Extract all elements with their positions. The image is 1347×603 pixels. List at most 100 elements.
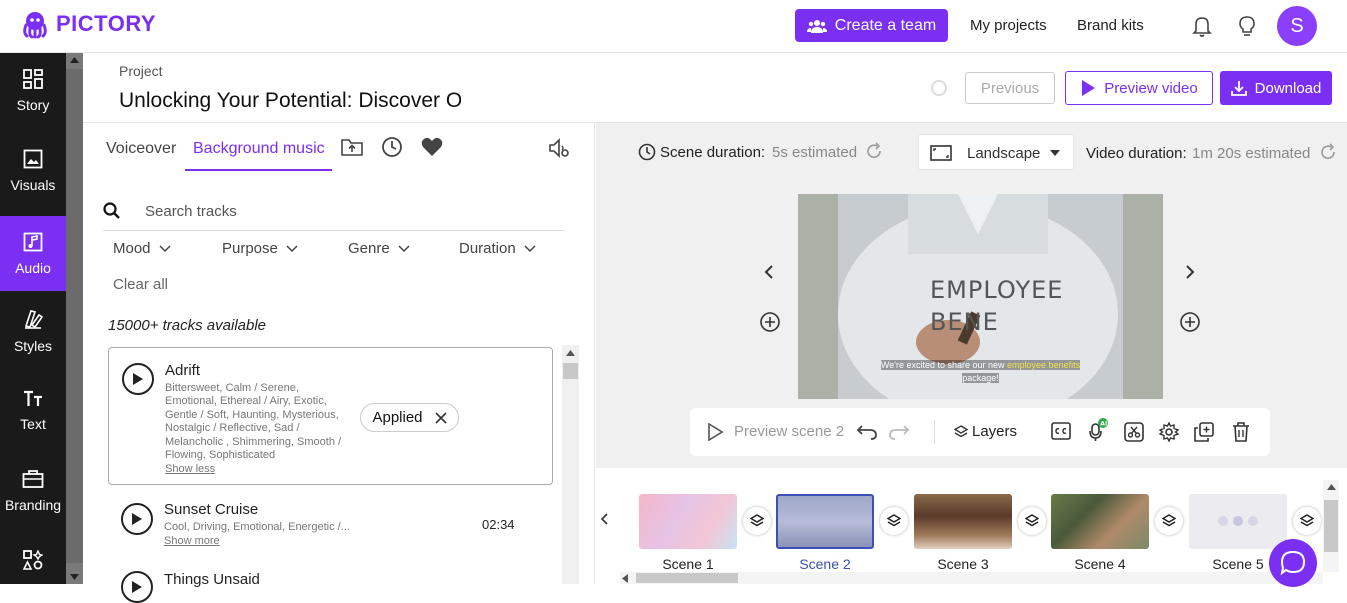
trash-icon[interactable] [1232, 422, 1250, 442]
track-name[interactable]: Things Unsaid [164, 571, 260, 588]
sidebar-item-visuals[interactable]: Visuals [0, 133, 66, 208]
add-scene-before-icon[interactable] [759, 311, 781, 333]
filter-duration[interactable]: Duration [459, 240, 536, 257]
search-input[interactable]: Search tracks [145, 203, 237, 220]
tag-line: Gentle / Soft, Haunting, Mysterious, [165, 408, 339, 421]
scroll-up-arrow-icon[interactable] [566, 350, 575, 356]
scene-label[interactable]: Scene 3 [914, 556, 1012, 572]
scene-layers-icon[interactable] [743, 507, 771, 535]
closed-captions-icon[interactable] [1051, 422, 1071, 440]
undo-icon[interactable] [856, 424, 878, 440]
gear-icon[interactable] [1159, 422, 1179, 442]
video-caption-line: We're excited to share our new employee … [798, 360, 1163, 370]
scroll-down-arrow-icon[interactable] [70, 574, 79, 580]
show-less-link[interactable]: Show less [165, 463, 215, 475]
redo-icon[interactable] [888, 424, 910, 440]
play-track-button[interactable] [121, 571, 153, 603]
sidebar-item-story[interactable]: Story [0, 53, 66, 128]
scene-label[interactable]: Scene 1 [639, 556, 737, 572]
track-list-scrollbar[interactable] [562, 345, 579, 584]
scroll-up-arrow-icon[interactable] [1327, 484, 1336, 490]
chevron-right-icon[interactable] [1185, 265, 1195, 279]
track-list-scroll-thumb[interactable] [563, 363, 578, 379]
filmstrip-horizontal-scrollbar[interactable] [620, 572, 1323, 584]
tracks-available-count: 15000+ tracks available [108, 317, 267, 334]
download-button[interactable]: Download [1220, 71, 1332, 105]
search-icon [103, 202, 120, 219]
tab-background-music[interactable]: Background music [193, 140, 325, 158]
scroll-up-arrow-icon[interactable] [70, 57, 79, 63]
tab-voiceover[interactable]: Voiceover [106, 140, 176, 158]
filmstrip-vertical-scrollbar[interactable] [1323, 480, 1339, 572]
scene-layers-icon[interactable] [1018, 507, 1046, 535]
heart-icon[interactable] [421, 137, 443, 157]
scene-thumbnail-4[interactable] [1051, 494, 1149, 549]
filter-label: Duration [459, 240, 516, 257]
orientation-value: Landscape [967, 145, 1041, 162]
clear-all-link[interactable]: Clear all [113, 276, 168, 293]
close-icon[interactable] [434, 411, 447, 424]
scene-video-preview[interactable]: EMPLOYEE BENE We're excited to share our… [798, 194, 1163, 399]
chat-support-button[interactable] [1269, 539, 1317, 587]
scene-layers-icon[interactable] [880, 507, 908, 535]
scene-label[interactable]: Scene 2 [776, 556, 874, 572]
filter-mood[interactable]: Mood [113, 240, 171, 257]
preview-scene-button[interactable]: Preview scene 2 [734, 423, 844, 440]
filmstrip-scroll-thumb[interactable] [1324, 500, 1338, 552]
caption-highlight: employee benefits [1007, 360, 1081, 370]
play-icon[interactable] [707, 423, 723, 441]
brand-kits-link[interactable]: Brand kits [1077, 17, 1144, 34]
orientation-dropdown[interactable]: Landscape [918, 134, 1074, 170]
filter-purpose[interactable]: Purpose [222, 240, 298, 257]
project-title-input[interactable]: Unlocking Your Potential: Discover Our E… [119, 89, 461, 113]
previous-button[interactable]: Previous [965, 72, 1055, 104]
project-label: Project [119, 63, 163, 79]
scene-layers-icon[interactable] [1293, 507, 1321, 535]
history-clock-icon[interactable] [381, 136, 403, 158]
bell-icon[interactable] [1190, 14, 1214, 38]
duplicate-icon[interactable] [1194, 422, 1214, 442]
sidebar-item-audio[interactable]: Audio [0, 216, 66, 291]
sidebar-item-more[interactable] [0, 548, 66, 584]
preview-video-button[interactable]: Preview video [1065, 71, 1213, 105]
chevron-left-icon[interactable] [764, 265, 774, 279]
create-team-button[interactable]: Create a team [795, 9, 948, 42]
top-bar: PICTORY Create a team My projects Brand … [0, 0, 1347, 53]
scene-label[interactable]: Scene 4 [1051, 556, 1149, 572]
trim-scissors-icon[interactable] [1124, 422, 1144, 442]
scene-thumbnail-2[interactable] [776, 494, 874, 549]
ai-voice-mic-icon[interactable]: AI [1087, 418, 1109, 442]
layers-button[interactable]: Layers [972, 423, 1017, 440]
video-duration-label: Video duration: [1086, 145, 1187, 162]
scene-thumbnail-1[interactable] [639, 494, 737, 549]
chevron-left-icon[interactable] [600, 513, 608, 525]
scene-thumbnail-5[interactable] [1189, 494, 1287, 549]
sidebar-item-styles[interactable]: Styles [0, 293, 66, 368]
scene-layers-icon[interactable] [1155, 507, 1183, 535]
show-more-link[interactable]: Show more [164, 535, 220, 547]
pictory-logo[interactable]: PICTORY [20, 9, 156, 39]
filter-genre[interactable]: Genre [348, 240, 410, 257]
play-track-button[interactable] [122, 363, 154, 395]
sidebar-scrollbar[interactable] [66, 53, 83, 584]
track-name[interactable]: Sunset Cruise [164, 501, 258, 518]
search-tracks-field[interactable]: Search tracks [103, 194, 565, 231]
scroll-left-arrow-icon[interactable] [622, 574, 628, 583]
user-avatar[interactable]: S [1277, 6, 1317, 46]
sidebar-item-text[interactable]: Text [0, 373, 66, 448]
download-label: Download [1254, 79, 1322, 97]
add-scene-after-icon[interactable] [1179, 311, 1201, 333]
lightbulb-icon[interactable] [1235, 14, 1259, 38]
track-tags: Cool, Driving, Emotional, Energetic /... [164, 521, 350, 533]
my-projects-link[interactable]: My projects [970, 17, 1047, 34]
audio-settings-icon[interactable] [548, 137, 570, 159]
scene-thumbnail-3[interactable] [914, 494, 1012, 549]
refresh-icon[interactable] [1319, 143, 1337, 161]
upload-icon[interactable] [341, 137, 363, 157]
sidebar-item-branding[interactable]: Branding [0, 453, 66, 528]
track-item-adrift[interactable]: Adrift Bittersweet, Calm / Serene, Emoti… [108, 347, 553, 485]
refresh-icon[interactable] [865, 142, 883, 160]
play-track-button[interactable] [121, 503, 153, 535]
filmstrip-h-scroll-thumb[interactable] [636, 573, 738, 583]
sidebar-scroll-thumb[interactable] [66, 69, 83, 563]
